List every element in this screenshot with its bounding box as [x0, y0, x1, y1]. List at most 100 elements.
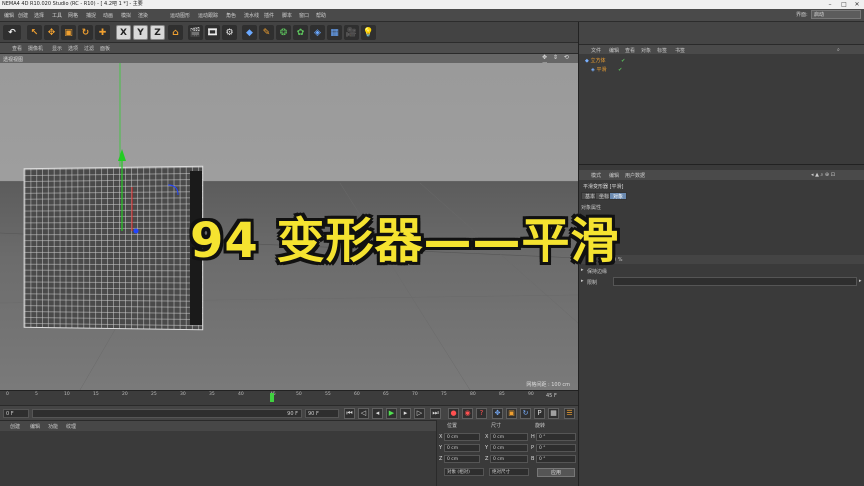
previous-frame-icon[interactable]: ◂ — [372, 408, 383, 419]
autokey-icon[interactable]: ◉ — [462, 408, 473, 419]
expand-arrow-icon[interactable]: ▸ — [581, 278, 584, 284]
object-menu-objects[interactable]: 对象 — [641, 47, 651, 54]
layout-select[interactable]: 启动 — [811, 10, 861, 19]
light-icon[interactable]: 💡 — [361, 25, 376, 40]
menu-edit[interactable]: 编辑 — [4, 12, 14, 19]
coord-size-select[interactable]: 绝对尺寸 — [489, 468, 529, 476]
previous-key-icon[interactable]: ◁ — [358, 408, 369, 419]
object-menu-edit[interactable]: 编辑 — [609, 47, 619, 54]
menu-render[interactable]: 渲染 — [138, 12, 148, 19]
material-menu-function[interactable]: 功能 — [48, 423, 58, 430]
menu-motion-tracking[interactable]: 运动跟踪 — [198, 12, 218, 19]
position-z-field[interactable]: 0 cm — [444, 455, 480, 463]
rotate-tool-icon[interactable]: ↻ — [78, 25, 93, 40]
timeline-playhead[interactable] — [270, 393, 274, 402]
position-key-icon[interactable]: ✥ — [492, 408, 503, 419]
minimize-icon[interactable]: – — [824, 0, 836, 9]
rotation-p-field[interactable]: 0 ° — [536, 444, 576, 452]
next-key-icon[interactable]: ▷ — [414, 408, 425, 419]
menu-animate[interactable]: 动画 — [103, 12, 113, 19]
attribute-menu-user-data[interactable]: 用户数据 — [625, 172, 645, 179]
attribute-menu-edit[interactable]: 编辑 — [609, 172, 619, 179]
material-menu-texture[interactable]: 纹理 — [66, 423, 76, 430]
object-menu-bookmarks[interactable]: 书签 — [675, 47, 685, 54]
point-level-key-icon[interactable]: ▦ — [548, 408, 559, 419]
cube-object-icon[interactable]: ◆ — [242, 25, 257, 40]
scale-tool-icon[interactable]: ▣ — [61, 25, 76, 40]
viewport-menu-view[interactable]: 查看 — [12, 45, 22, 52]
tab-object[interactable]: 对象 — [609, 192, 628, 200]
size-x-field[interactable]: 0 cm — [490, 433, 528, 441]
floor-icon[interactable]: ▦ — [327, 25, 342, 40]
camera-icon[interactable]: 🎥 — [344, 25, 359, 40]
visibility-icon[interactable]: ✔ — [621, 58, 625, 64]
record-icon[interactable]: ● — [448, 408, 459, 419]
attribute-menu-mode[interactable]: 模式 — [591, 172, 601, 179]
scale-key-icon[interactable]: ▣ — [506, 408, 517, 419]
menu-plugins[interactable]: 插件 — [264, 12, 274, 19]
coord-mode-select[interactable]: 对象 (相对) — [444, 468, 484, 476]
menu-tools[interactable]: 工具 — [52, 12, 62, 19]
y-axis-button[interactable]: Y — [133, 25, 148, 40]
deformer-icon[interactable]: ◈ — [310, 25, 325, 40]
coordinate-system-icon[interactable]: ⌂ — [168, 25, 183, 40]
live-select-icon[interactable]: ↖ — [27, 25, 42, 40]
menu-create[interactable]: 创建 — [18, 12, 28, 19]
position-y-field[interactable]: 0 cm — [444, 444, 480, 452]
attribute-nav-icons[interactable]: ◂ ▲ ⌕ ⊕ ⊡ — [811, 172, 835, 178]
pen-spline-icon[interactable]: ✎ — [259, 25, 274, 40]
rotation-b-field[interactable]: 0 ° — [536, 455, 576, 463]
viewport-menu-filter[interactable]: 过滤 — [84, 45, 94, 52]
move-tool-icon[interactable]: ✥ — [44, 25, 59, 40]
material-menu-create[interactable]: 创建 — [10, 423, 20, 430]
array-icon[interactable]: ✿ — [293, 25, 308, 40]
rotation-key-icon[interactable]: ↻ — [520, 408, 531, 419]
menu-simulate[interactable]: 模拟 — [121, 12, 131, 19]
render-picture-viewer-icon[interactable]: 🎞 — [205, 25, 220, 40]
menu-window[interactable]: 窗口 — [299, 12, 309, 19]
end-frame-field[interactable]: 90 F — [305, 409, 339, 418]
go-to-start-icon[interactable]: ⏮ — [344, 408, 355, 419]
object-row-smoothing[interactable]: ◈ 平滑 ✔ — [591, 66, 622, 74]
timeline-ruler[interactable]: 0 5 10 15 20 25 30 35 40 45 50 55 60 65 … — [0, 390, 578, 405]
restriction-arrow-icon[interactable]: ▸ — [859, 278, 862, 284]
viewport-menu-options[interactable]: 选项 — [68, 45, 78, 52]
menu-script[interactable]: 脚本 — [282, 12, 292, 19]
object-menu-file[interactable]: 文件 — [591, 47, 601, 54]
restriction-field[interactable] — [613, 277, 857, 286]
material-menu-edit[interactable]: 编辑 — [30, 423, 40, 430]
menu-mograph[interactable]: 运动图形 — [170, 12, 190, 19]
position-x-field[interactable]: 0 cm — [444, 433, 480, 441]
maximize-icon[interactable]: □ — [838, 0, 850, 9]
size-y-field[interactable]: 0 cm — [490, 444, 528, 452]
start-frame-field[interactable]: 0 F — [3, 409, 29, 418]
viewport-menu-display[interactable]: 显示 — [52, 45, 62, 52]
size-z-field[interactable]: 0 cm — [490, 455, 528, 463]
apply-button[interactable]: 应用 — [537, 468, 575, 477]
parameter-key-icon[interactable]: P — [534, 408, 545, 419]
subdivision-icon[interactable]: ❂ — [276, 25, 291, 40]
object-menu-view[interactable]: 查看 — [625, 47, 635, 54]
menu-character[interactable]: 角色 — [226, 12, 236, 19]
recent-tool-icon[interactable]: ✚ — [95, 25, 110, 40]
render-view-icon[interactable]: 🎬 — [188, 25, 203, 40]
keyframe-selection-icon[interactable]: ? — [476, 408, 487, 419]
x-axis-button[interactable]: X — [116, 25, 131, 40]
timeline-window-icon[interactable]: ☰ — [564, 408, 575, 419]
menu-pipeline[interactable]: 流水线 — [244, 12, 259, 19]
rotation-h-field[interactable]: 0 ° — [536, 433, 576, 441]
viewport-menu-camera[interactable]: 摄像机 — [28, 45, 43, 52]
menu-help[interactable]: 帮助 — [316, 12, 326, 19]
menu-select[interactable]: 选择 — [34, 12, 44, 19]
render-settings-icon[interactable]: ⚙ — [222, 25, 237, 40]
go-to-end-icon[interactable]: ⏭ — [430, 408, 441, 419]
object-search-icon[interactable]: ⌕ — [837, 47, 840, 53]
object-menu-tags[interactable]: 标签 — [657, 47, 667, 54]
z-axis-button[interactable]: Z — [150, 25, 165, 40]
undo-icon[interactable]: ↶ — [3, 25, 21, 40]
play-icon[interactable]: ▶ — [386, 408, 397, 419]
frame-range-slider[interactable]: 90 F — [32, 409, 302, 418]
menu-mesh[interactable]: 网格 — [68, 12, 78, 19]
close-icon[interactable]: ✕ — [851, 0, 863, 9]
next-frame-icon[interactable]: ▸ — [400, 408, 411, 419]
